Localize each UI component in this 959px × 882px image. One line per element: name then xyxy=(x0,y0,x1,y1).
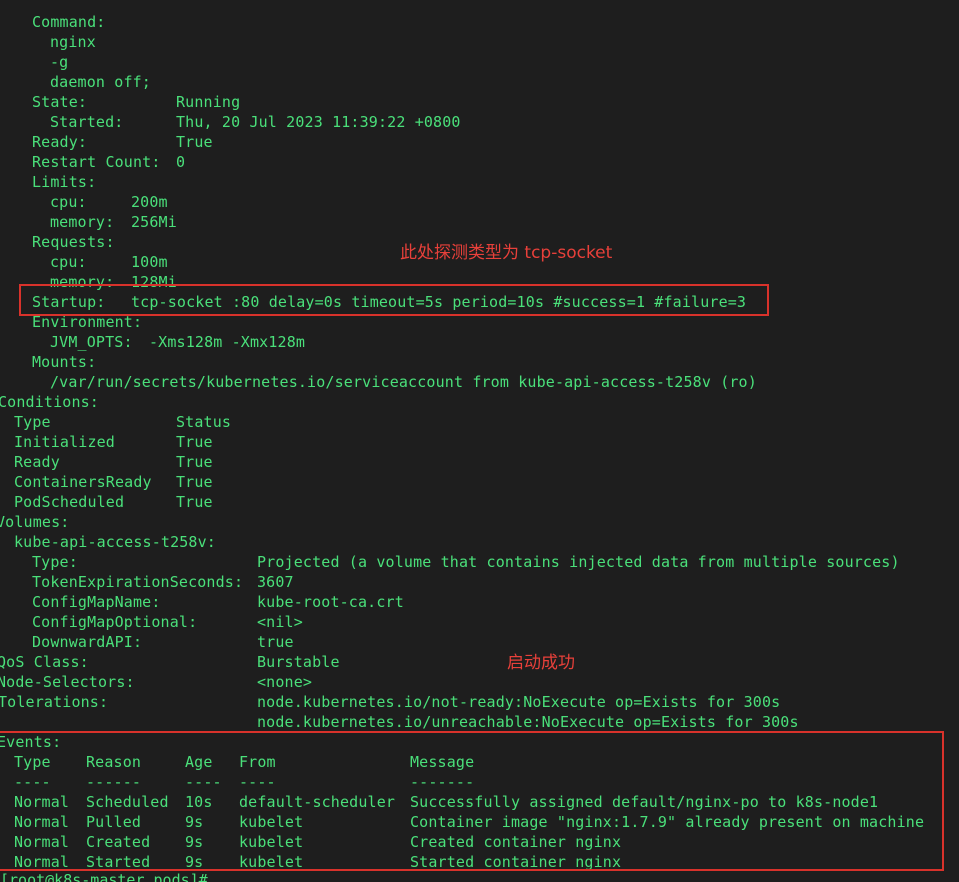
downward-api-value: true xyxy=(257,633,294,651)
restart-count-value: 0 xyxy=(176,153,186,171)
downward-api-label: DownwardAPI: xyxy=(32,633,143,651)
condition-status: True xyxy=(176,493,213,511)
requests-cpu-value: 100m xyxy=(131,253,168,271)
started-value: Thu, 20 Jul 2023 11:39:22 +0800 xyxy=(176,113,461,131)
state-value: Running xyxy=(176,93,241,111)
ready-value: True xyxy=(176,133,213,151)
configmap-optional-label: ConfigMapOptional: xyxy=(32,613,198,631)
conditions-label: Conditions: xyxy=(0,393,99,411)
events-highlight xyxy=(0,731,944,871)
configmap-name-value: kube-root-ca.crt xyxy=(257,593,404,611)
command-arg: -g xyxy=(50,53,69,71)
condition-status: True xyxy=(176,433,213,451)
conditions-type-header: Type xyxy=(14,413,51,431)
limits-memory-label: memory: xyxy=(50,213,115,231)
token-expiration-label: TokenExpirationSeconds: xyxy=(32,573,244,591)
token-expiration-value: 3607 xyxy=(257,573,294,591)
env-var-value: -Xms128m -Xmx128m xyxy=(149,333,306,351)
condition-name: Initialized xyxy=(14,433,115,451)
shell-prompt: [root@k8s-master pods]# xyxy=(0,871,208,882)
command-arg: nginx xyxy=(50,33,96,51)
command-arg: daemon off; xyxy=(50,73,151,91)
state-label: State: xyxy=(32,93,88,111)
volume-name: kube-api-access-t258v: xyxy=(14,533,216,551)
limits-memory-value: 256Mi xyxy=(131,213,177,231)
volume-type-label: Type: xyxy=(32,553,78,571)
volumes-label: Volumes: xyxy=(0,513,70,531)
limits-cpu-label: cpu: xyxy=(50,193,87,211)
restart-count-label: Restart Count: xyxy=(32,153,161,171)
success-annotation: 启动成功 xyxy=(507,653,575,673)
node-selectors-value: <none> xyxy=(257,673,313,691)
toleration-value: node.kubernetes.io/unreachable:NoExecute… xyxy=(257,713,799,731)
limits-label: Limits: xyxy=(32,173,97,191)
node-selectors-label: Node-Selectors: xyxy=(0,673,135,691)
probe-type-annotation: 此处探测类型为 tcp-socket xyxy=(400,243,613,263)
mounts-label: Mounts: xyxy=(32,353,97,371)
requests-cpu-label: cpu: xyxy=(50,253,87,271)
condition-name: ContainersReady xyxy=(14,473,152,491)
requests-label: Requests: xyxy=(32,233,115,251)
configmap-optional-value: <nil> xyxy=(257,613,303,631)
configmap-name-label: ConfigMapName: xyxy=(32,593,161,611)
condition-name: PodScheduled xyxy=(14,493,125,511)
toleration-value: node.kubernetes.io/not-ready:NoExecute o… xyxy=(257,693,781,711)
condition-name: Ready xyxy=(14,453,60,471)
qos-class-value: Burstable xyxy=(257,653,340,671)
condition-status: True xyxy=(176,473,213,491)
conditions-status-header: Status xyxy=(176,413,232,431)
tolerations-label: Tolerations: xyxy=(0,693,109,711)
startup-probe-highlight xyxy=(19,284,769,316)
mount-path: /var/run/secrets/kubernetes.io/serviceac… xyxy=(50,373,757,391)
condition-status: True xyxy=(176,453,213,471)
command-label: Command: xyxy=(32,13,106,31)
started-label: Started: xyxy=(50,113,124,131)
env-var-label: JVM_OPTS: xyxy=(50,333,133,351)
qos-class-label: QoS Class: xyxy=(0,653,89,671)
ready-label: Ready: xyxy=(32,133,88,151)
volume-type-value: Projected (a volume that contains inject… xyxy=(257,553,900,571)
limits-cpu-value: 200m xyxy=(131,193,168,211)
